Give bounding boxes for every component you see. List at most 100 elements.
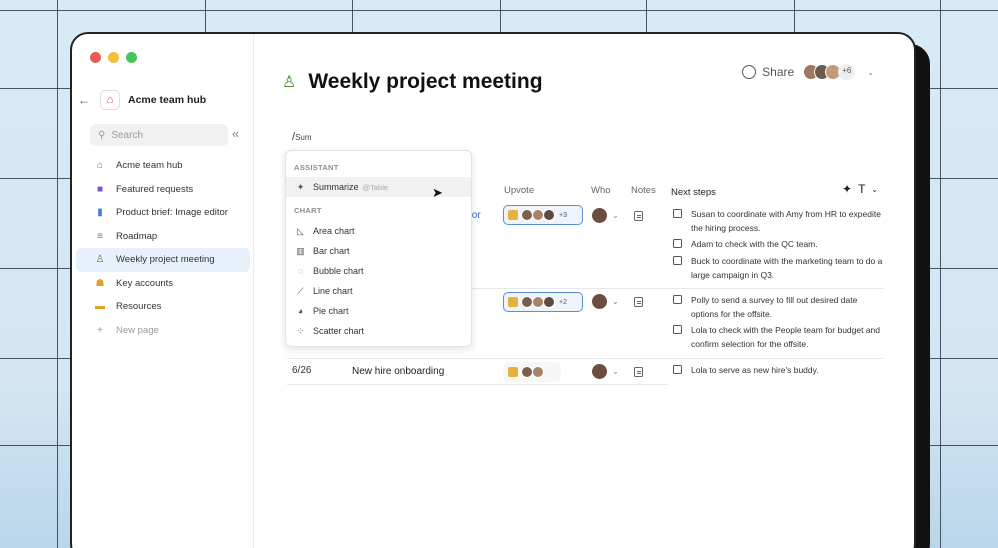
chevron-down-icon: ⌄: [612, 367, 619, 376]
menu-item-label: Area chart: [313, 226, 355, 236]
sidebar-item-new-page[interactable]: + New page: [76, 319, 250, 343]
search-input[interactable]: ⚲ Search: [90, 124, 228, 146]
sidebar-item-product-brief[interactable]: ▮ Product brief: Image editor: [76, 201, 250, 225]
column-header-upvote[interactable]: Upvote: [504, 185, 534, 196]
avatar: [543, 209, 555, 221]
column-header-notes[interactable]: Notes: [631, 185, 656, 196]
column-header-next-steps[interactable]: Next steps: [671, 187, 716, 198]
sidebar-item-label: Acme team hub: [116, 160, 183, 172]
sparkle-icon: ✦: [296, 181, 305, 192]
app-window: ← ⌂ Acme team hub ⚲ Search « ⌂ Acme team…: [70, 32, 916, 548]
note-icon[interactable]: [634, 297, 643, 307]
menu-item-label: Bar chart: [313, 246, 350, 256]
collapse-sidebar-icon[interactable]: «: [232, 126, 239, 141]
menu-item-label: Summarize: [313, 182, 359, 192]
menu-item-pie-chart[interactable]: ◕ Pie chart: [286, 301, 471, 321]
who-selector[interactable]: ⌄: [592, 364, 619, 379]
chevron-down-icon[interactable]: ⌄: [867, 68, 874, 77]
roadmap-icon: ≡: [97, 230, 103, 242]
page-title[interactable]: Weekly project meeting: [308, 70, 542, 94]
note-icon[interactable]: [634, 211, 643, 221]
date-cell[interactable]: 6/26: [292, 365, 311, 376]
row-divider: [287, 358, 883, 359]
collaborator-avatars[interactable]: +6: [803, 64, 856, 80]
upvote-count: +2: [559, 298, 567, 306]
doc-icon: ▮: [97, 207, 103, 219]
checkbox[interactable]: [673, 365, 682, 374]
box-icon: ▬: [95, 301, 105, 313]
main-content: ♙ Weekly project meeting Share +6 ⌄ /Sum…: [254, 34, 914, 548]
upvote-button[interactable]: +3: [503, 205, 583, 225]
house-icon: ⌂: [100, 90, 120, 110]
sidebar: ← ⌂ Acme team hub ⚲ Search « ⌂ Acme team…: [72, 34, 254, 548]
house-icon: ⌂: [96, 160, 104, 172]
globe-icon: [742, 65, 757, 79]
thumbs-up-icon: [508, 297, 518, 307]
upvote-count: +3: [559, 211, 567, 219]
sidebar-item-key-accounts[interactable]: ☗ Key accounts: [76, 272, 250, 296]
upvote-button[interactable]: [503, 362, 561, 382]
menu-item-label: Line chart: [313, 286, 353, 296]
text-format-icon[interactable]: T: [858, 182, 865, 196]
scatter-chart-icon: ⁘: [296, 325, 305, 336]
mouse-cursor-icon: ➤: [432, 185, 443, 200]
menu-item-bubble-chart[interactable]: ◌ Bubble chart: [286, 261, 471, 281]
grid-line: [794, 0, 795, 32]
grid-line: [0, 88, 70, 89]
sidebar-nav: ⌂ Acme team hub ■ Featured requests ▮ Pr…: [76, 154, 250, 342]
grid-line: [0, 10, 998, 11]
upvote-button[interactable]: +2: [503, 292, 583, 312]
menu-item-scatter-chart[interactable]: ⁘ Scatter chart: [286, 321, 471, 341]
grid-line: [352, 0, 353, 32]
next-step-item: Susan to coordinate with Amy from HR to …: [673, 207, 883, 235]
checkbox[interactable]: [673, 209, 682, 218]
chevron-down-icon: ⌄: [612, 211, 619, 220]
grid-line: [57, 0, 58, 548]
search-icon: ⚲: [98, 129, 106, 141]
sparkle-icon[interactable]: ✦: [842, 182, 852, 196]
slash-command-input[interactable]: /Sum: [292, 131, 312, 143]
thumbs-up-icon: [508, 210, 518, 220]
hub-title: Acme team hub: [128, 94, 207, 106]
share-button[interactable]: Share: [762, 65, 794, 79]
grid-line: [0, 268, 70, 269]
bar-chart-icon: ▥: [296, 245, 305, 256]
sidebar-item-acme-team-hub[interactable]: ⌂ Acme team hub: [76, 154, 250, 178]
sidebar-item-resources[interactable]: ▬ Resources: [76, 295, 250, 319]
next-step-item: Buck to coordinate with the marketing te…: [673, 254, 883, 282]
who-selector[interactable]: ⌄: [592, 294, 619, 309]
line-chart-icon: ⟋: [297, 285, 304, 296]
menu-section-assistant: ASSISTANT: [294, 163, 339, 172]
checkbox[interactable]: [673, 256, 682, 265]
back-arrow-icon[interactable]: ←: [78, 93, 92, 107]
menu-item-area-chart[interactable]: ◺ Area chart: [286, 221, 471, 241]
sidebar-item-label: Key accounts: [116, 277, 174, 289]
sidebar-item-roadmap[interactable]: ≡ Roadmap: [76, 225, 250, 249]
next-step-text: Polly to send a survey to fill out desir…: [691, 295, 858, 319]
people-icon: ♙: [95, 254, 105, 266]
sidebar-item-featured-requests[interactable]: ■ Featured requests: [76, 178, 250, 202]
sidebar-item-weekly-project-meeting[interactable]: ♙ Weekly project meeting: [76, 248, 250, 272]
menu-item-summarize[interactable]: ✦ Summarize @Table: [286, 177, 471, 197]
more-collaborators-badge: +6: [838, 64, 856, 80]
topic-cell[interactable]: New hire onboarding: [352, 366, 444, 377]
column-header-who[interactable]: Who: [591, 185, 611, 196]
next-step-item: Lola to check with the People team for b…: [673, 323, 883, 351]
pie-chart-icon: ◕: [297, 306, 304, 316]
thumbs-up-icon: [508, 367, 518, 377]
checkbox[interactable]: [673, 325, 682, 334]
menu-item-hint: @Table: [362, 182, 389, 192]
slash-query: Sum: [295, 133, 312, 142]
bubble-chart-icon: ◌: [297, 266, 304, 276]
checkbox[interactable]: [673, 239, 682, 248]
next-step-text: Susan to coordinate with Amy from HR to …: [691, 209, 881, 233]
menu-item-line-chart[interactable]: ⟋ Line chart: [286, 281, 471, 301]
who-selector[interactable]: ⌄: [592, 208, 619, 223]
chevron-down-icon[interactable]: ⌄: [871, 185, 878, 194]
avatar: [532, 366, 544, 378]
next-step-text: Buck to coordinate with the marketing te…: [691, 256, 883, 280]
menu-item-bar-chart[interactable]: ▥ Bar chart: [286, 241, 471, 261]
checkbox[interactable]: [673, 295, 682, 304]
grid-line: [646, 0, 647, 32]
note-icon[interactable]: [634, 367, 643, 377]
